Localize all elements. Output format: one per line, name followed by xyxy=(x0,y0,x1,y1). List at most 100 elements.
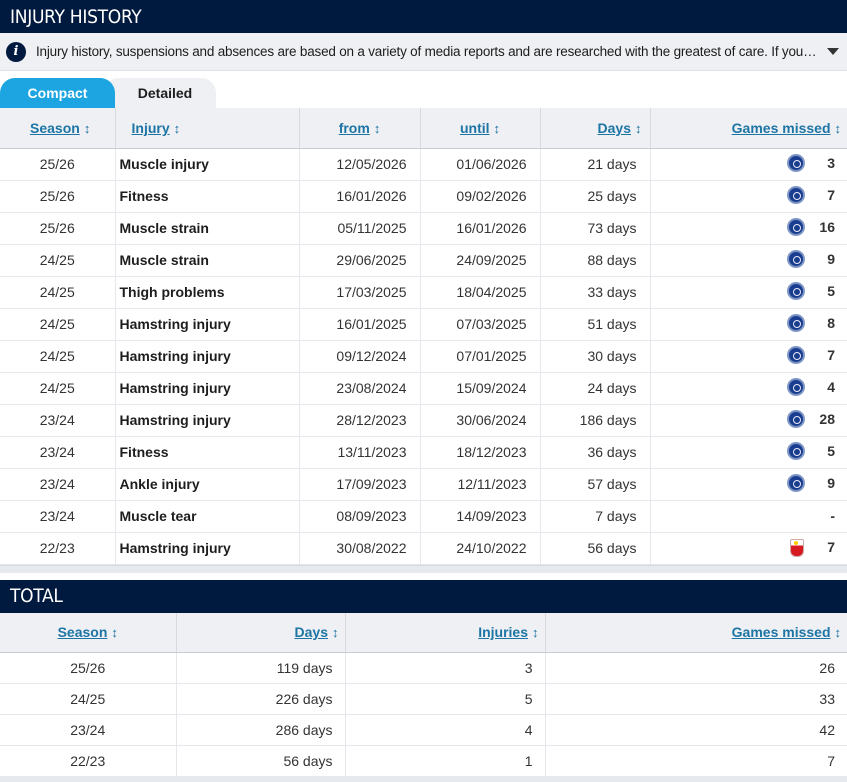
chelsea-crest-icon[interactable] xyxy=(787,217,805,236)
cell-until: 09/02/2026 xyxy=(420,180,541,213)
table-row: 24/25 Thigh problems 17/03/2025 18/04/2025 3… xyxy=(0,276,847,309)
sort-arrows-icon[interactable]: ↕ xyxy=(635,121,642,136)
table-row: 25/26 119 days 3 26 xyxy=(0,652,847,684)
total-col-days[interactable]: Days ↕ xyxy=(176,612,346,653)
sort-arrows-icon[interactable]: ↕ xyxy=(835,625,842,640)
chelsea-crest-icon[interactable] xyxy=(787,249,805,268)
sort-arrows-icon[interactable]: ↕ xyxy=(532,625,539,640)
cell-from: 17/09/2023 xyxy=(299,468,421,501)
notice-bar[interactable]: i Injury history, suspensions and absenc… xyxy=(0,33,847,71)
chelsea-crest-icon[interactable] xyxy=(787,441,805,460)
total-col-season-label[interactable]: Season xyxy=(58,624,108,640)
chelsea-crest-icon[interactable] xyxy=(787,281,805,300)
cell-until: 01/06/2026 xyxy=(420,148,541,181)
total-cell-season: 23/24 xyxy=(0,714,177,746)
total-cell-injuries: 1 xyxy=(345,745,546,777)
chelsea-crest-icon[interactable] xyxy=(787,377,805,396)
sort-arrows-icon[interactable]: ↕ xyxy=(332,625,339,640)
cell-games-missed: 16 xyxy=(650,212,847,245)
table-row: 23/24 Ankle injury 17/09/2023 12/11/2023 57 … xyxy=(0,468,847,501)
injury-table-body: 25/26 Muscle injury 12/05/2026 01/06/2026 21… xyxy=(0,148,847,565)
cell-games-missed: 3 xyxy=(650,148,847,181)
cell-season: 24/25 xyxy=(0,276,116,309)
cell-days: 51 days xyxy=(540,308,651,341)
tab-compact-label: Compact xyxy=(27,85,88,101)
chelsea-crest-icon[interactable] xyxy=(787,409,805,428)
cell-season: 24/25 xyxy=(0,244,116,277)
col-from-label[interactable]: from xyxy=(339,120,370,136)
table-row: 25/26 Muscle strain 05/11/2025 16/01/2026 73… xyxy=(0,212,847,245)
sort-arrows-icon[interactable]: ↕ xyxy=(84,121,91,136)
cell-injury: Muscle strain xyxy=(115,212,300,245)
cell-injury: Hamstring injury xyxy=(115,308,300,341)
sort-arrows-icon[interactable]: ↕ xyxy=(174,121,181,136)
col-until-label[interactable]: until xyxy=(460,120,490,136)
cell-days: 186 days xyxy=(540,404,651,437)
chelsea-crest-icon[interactable] xyxy=(787,185,805,204)
col-until[interactable]: until ↕ xyxy=(420,108,541,149)
cell-from: 08/09/2023 xyxy=(299,500,421,533)
cell-games-missed: 9 xyxy=(650,468,847,501)
chelsea-crest-icon[interactable] xyxy=(787,345,805,364)
chelsea-crest-icon[interactable] xyxy=(787,153,805,172)
cell-games-missed: 28 xyxy=(650,404,847,437)
col-injury[interactable]: Injury ↕ xyxy=(115,108,300,149)
games-missed-value: 28 xyxy=(819,410,835,427)
total-cell-injuries: 4 xyxy=(345,714,546,746)
col-season[interactable]: Season ↕ xyxy=(0,108,116,149)
tab-compact[interactable]: Compact xyxy=(0,78,115,108)
table-row: 25/26 Fitness 16/01/2026 09/02/2026 25 days 7 xyxy=(0,180,847,213)
total-cell-season: 25/26 xyxy=(0,652,177,684)
col-games-missed-label[interactable]: Games missed xyxy=(732,120,831,136)
total-table-body: 25/26 119 days 3 26 24/25 226 days 5 33 23/24 286… xyxy=(0,652,847,777)
sort-arrows-icon[interactable]: ↕ xyxy=(374,121,381,136)
cell-injury: Muscle injury xyxy=(115,148,300,181)
total-col-games-missed-label[interactable]: Games missed xyxy=(732,624,831,640)
cell-from: 16/01/2026 xyxy=(299,180,421,213)
total-col-season[interactable]: Season ↕ xyxy=(0,612,177,653)
cell-season: 25/26 xyxy=(0,180,116,213)
cell-until: 16/01/2026 xyxy=(420,212,541,245)
col-days[interactable]: Days ↕ xyxy=(540,108,651,149)
total-col-games-missed[interactable]: Games missed ↕ xyxy=(545,612,847,653)
total-col-days-label[interactable]: Days xyxy=(295,624,328,640)
cell-injury: Hamstring injury xyxy=(115,372,300,405)
table-row: 24/25 Hamstring injury 09/12/2024 07/01/202… xyxy=(0,340,847,373)
total-col-injuries-label[interactable]: Injuries xyxy=(478,624,528,640)
cell-days: 33 days xyxy=(540,276,651,309)
total-cell-injuries: 5 xyxy=(345,683,546,715)
cell-from: 09/12/2024 xyxy=(299,340,421,373)
cell-until: 30/06/2024 xyxy=(420,404,541,437)
sort-arrows-icon[interactable]: ↕ xyxy=(494,121,501,136)
cell-until: 14/09/2023 xyxy=(420,500,541,533)
col-season-label[interactable]: Season xyxy=(30,120,80,136)
caret-down-icon[interactable] xyxy=(827,48,839,55)
info-icon: i xyxy=(6,41,26,62)
col-injury-label[interactable]: Injury xyxy=(132,120,170,136)
games-missed-value: 5 xyxy=(827,282,835,299)
sort-arrows-icon[interactable]: ↕ xyxy=(835,121,842,136)
cell-games-missed: 7 xyxy=(650,532,847,565)
table-row: 22/23 56 days 1 7 xyxy=(0,745,847,777)
table-row: 23/24 Hamstring injury 28/12/2023 30/06/202… xyxy=(0,404,847,437)
sort-arrows-icon[interactable]: ↕ xyxy=(111,625,118,640)
games-missed-value: 7 xyxy=(827,538,835,555)
tab-detailed[interactable]: Detailed xyxy=(104,78,216,108)
total-table-header: Season ↕ Days ↕ Injuries ↕ Games missed ↕ xyxy=(0,612,847,653)
cell-until: 07/01/2025 xyxy=(420,340,541,373)
chelsea-crest-icon[interactable] xyxy=(787,473,805,492)
col-from[interactable]: from ↕ xyxy=(299,108,421,149)
southampton-crest-icon[interactable] xyxy=(787,538,805,557)
cell-from: 13/11/2023 xyxy=(299,436,421,469)
chelsea-crest-icon[interactable] xyxy=(787,313,805,332)
cell-from: 17/03/2025 xyxy=(299,276,421,309)
cell-injury: Thigh problems xyxy=(115,276,300,309)
total-cell-games-missed: 42 xyxy=(545,714,847,746)
cell-injury: Fitness xyxy=(115,180,300,213)
total-col-injuries[interactable]: Injuries ↕ xyxy=(345,612,546,653)
col-games-missed[interactable]: Games missed ↕ xyxy=(650,108,847,149)
cell-season: 24/25 xyxy=(0,308,116,341)
col-days-label[interactable]: Days xyxy=(598,120,631,136)
total-cell-days: 56 days xyxy=(176,745,346,777)
table-row: 23/24 286 days 4 42 xyxy=(0,714,847,746)
